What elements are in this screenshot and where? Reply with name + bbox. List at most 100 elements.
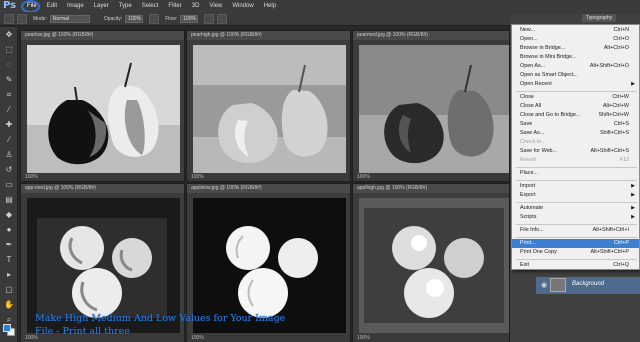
menu-layer[interactable]: Layer	[89, 0, 114, 12]
quick-select-tool-icon[interactable]: ✎	[3, 74, 15, 86]
menu-edit[interactable]: Edit	[42, 0, 62, 12]
eraser-tool-icon[interactable]: ▭	[3, 179, 15, 191]
menu-item-close-and-go-to-bridge[interactable]: Close and Go to Bridge... Shift+Ctrl+W	[512, 111, 639, 120]
menu-item-open-as-smart-object[interactable]: Open as Smart Object...	[512, 71, 639, 80]
menu-item-label: Save	[520, 121, 533, 127]
gradient-tool-icon[interactable]: ▤	[3, 194, 15, 206]
document-window-pearmed[interactable]: pearmed.jpg @ 100% (RGB/8#) 100%	[352, 30, 510, 182]
move-tool-icon[interactable]: ✥	[3, 29, 15, 41]
brush-preset-icon[interactable]	[4, 13, 14, 24]
brush-tool-icon[interactable]: ∕	[3, 134, 15, 146]
menu-item-import[interactable]: Import ▶	[512, 182, 639, 191]
submenu-arrow-icon: ▶	[631, 81, 635, 87]
menu-item-browse-in-mini-bridge[interactable]: Browse in Mini Bridge...	[512, 53, 639, 62]
menu-item-browse-in-bridge[interactable]: Browse in Bridge... Alt+Ctrl+O	[512, 44, 639, 53]
menu-separator	[516, 237, 637, 238]
menu-view[interactable]: View	[204, 0, 227, 12]
menu-image[interactable]: Image	[62, 0, 89, 12]
menu-item-label: Check In...	[520, 139, 546, 145]
layer-name: Background	[572, 281, 605, 287]
hand-tool-icon[interactable]: ✋	[3, 299, 15, 311]
crop-tool-icon[interactable]: ⌗	[3, 89, 15, 101]
menu-item-shortcut: Ctrl+N	[613, 27, 629, 33]
brush-size-icon[interactable]	[17, 13, 27, 24]
clone-stamp-tool-icon[interactable]: ♙	[3, 149, 15, 161]
menu-item-save-as[interactable]: Save As... Shift+Ctrl+S	[512, 129, 639, 138]
menu-item-shortcut: Alt+Shift+Ctrl+O	[589, 63, 629, 69]
menu-item-save-for-web[interactable]: Save for Web... Alt+Shift+Ctrl+S	[512, 147, 639, 156]
dodge-tool-icon[interactable]: ●	[3, 224, 15, 236]
menu-item-label: Exit	[520, 262, 529, 268]
menu-item-label: Close and Go to Bridge...	[520, 112, 581, 118]
menu-item-label: Close All	[520, 103, 541, 109]
document-tab[interactable]: applelow.jpg @ 100% (RGB/8#)	[187, 184, 350, 193]
caption-line-1: Make High Medium And Low Values for Your…	[35, 313, 286, 324]
menu-item-new[interactable]: New... Ctrl+N	[512, 26, 639, 35]
menu-item-print[interactable]: Print... Ctrl+P	[512, 239, 639, 248]
pen-tool-icon[interactable]: ✒	[3, 239, 15, 251]
history-brush-tool-icon[interactable]: ↺	[3, 164, 15, 176]
menu-item-print-one-copy[interactable]: Print One Copy Alt+Shift+Ctrl+P	[512, 248, 639, 257]
opacity-input[interactable]: 100%	[125, 14, 144, 23]
foreground-color-swatch[interactable]	[3, 324, 11, 332]
document-zoom-status[interactable]: 100%	[187, 173, 350, 181]
menu-item-label: File Info...	[520, 227, 544, 233]
tutorial-caption: Make High Medium And Low Values for Your…	[35, 312, 365, 338]
menu-item-export[interactable]: Export ▶	[512, 191, 639, 200]
document-zoom-status[interactable]: 100%	[21, 173, 184, 181]
mode-select[interactable]: Normal	[49, 14, 90, 23]
healing-tool-icon[interactable]: ✚	[3, 119, 15, 131]
document-window-applhigh[interactable]: applhigh.jpg @ 100% (RGB/8#) 100%	[352, 183, 510, 342]
menu-item-label: Open As...	[520, 63, 546, 69]
menu-separator	[516, 259, 637, 260]
menu-3d[interactable]: 3D	[187, 0, 205, 12]
flow-input[interactable]: 100%	[180, 14, 199, 23]
eye-icon[interactable]: ◉	[541, 281, 547, 289]
pressure-opacity-icon[interactable]	[149, 13, 160, 24]
menu-select[interactable]: Select	[137, 0, 164, 12]
path-select-tool-icon[interactable]: ▸	[3, 269, 15, 281]
eyedropper-tool-icon[interactable]: ⁄	[3, 104, 15, 116]
document-zoom-status[interactable]: 100%	[353, 173, 509, 181]
menu-item-shortcut: Ctrl+P	[613, 240, 629, 246]
document-window-pearlow[interactable]: pearlow.jpg @ 100% (RGB/8#) 100%	[20, 30, 185, 182]
menu-item-label: Save for Web...	[520, 148, 558, 154]
blur-tool-icon[interactable]: ◆	[3, 209, 15, 221]
menu-type[interactable]: Type	[114, 0, 137, 12]
menu-item-label: Open...	[520, 36, 538, 42]
menu-item-close-all[interactable]: Close All Alt+Ctrl+W	[512, 102, 639, 111]
document-tab[interactable]: pearhigh.jpg @ 100% (RGB/8#)	[187, 31, 350, 40]
menu-item-open[interactable]: Open... Ctrl+O	[512, 35, 639, 44]
document-window-pearhigh[interactable]: pearhigh.jpg @ 100% (RGB/8#) 100%	[186, 30, 351, 182]
document-tab[interactable]: applhigh.jpg @ 100% (RGB/8#)	[353, 184, 509, 193]
typography-workspace-tab[interactable]: Typography	[582, 14, 617, 22]
submenu-arrow-icon: ▶	[631, 214, 635, 220]
menu-separator	[516, 91, 637, 92]
menu-item-automate[interactable]: Automate ▶	[512, 204, 639, 213]
menu-item-save[interactable]: Save Ctrl+S	[512, 120, 639, 129]
document-zoom-status[interactable]: 100%	[353, 334, 509, 342]
menu-item-scripts[interactable]: Scripts ▶	[512, 213, 639, 222]
menu-item-open-recent[interactable]: Open Recent ▶	[512, 80, 639, 89]
airbrush-icon[interactable]	[204, 13, 215, 24]
document-tab[interactable]: pearlow.jpg @ 100% (RGB/8#)	[21, 31, 184, 40]
shape-tool-icon[interactable]: ▢	[3, 284, 15, 296]
menu-help[interactable]: Help	[259, 0, 281, 12]
menu-item-place[interactable]: Place...	[512, 169, 639, 178]
menu-item-open-as[interactable]: Open As... Alt+Shift+Ctrl+O	[512, 62, 639, 71]
photoshop-logo: Ps	[3, 0, 17, 11]
mode-label: Mode:	[33, 15, 47, 22]
menu-item-exit[interactable]: Exit Ctrl+Q	[512, 261, 639, 270]
lasso-tool-icon[interactable]: ◌	[3, 59, 15, 71]
menu-item-file-info[interactable]: File Info... Alt+Shift+Ctrl+I	[512, 226, 639, 235]
menu-item-shortcut: Shift+Ctrl+W	[598, 112, 629, 118]
menu-filter[interactable]: Filter	[163, 0, 186, 12]
menu-item-close[interactable]: Close Ctrl+W	[512, 93, 639, 102]
document-tab[interactable]: pearmed.jpg @ 100% (RGB/8#)	[353, 31, 509, 40]
marquee-tool-icon[interactable]: ⬚	[3, 44, 15, 56]
pressure-size-icon[interactable]	[217, 13, 228, 24]
type-tool-icon[interactable]: T	[3, 254, 15, 266]
document-tab[interactable]: app-med.jpg @ 100% (RGB/8#)	[21, 184, 184, 193]
menu-window[interactable]: Window	[227, 0, 258, 12]
submenu-arrow-icon: ▶	[631, 183, 635, 189]
